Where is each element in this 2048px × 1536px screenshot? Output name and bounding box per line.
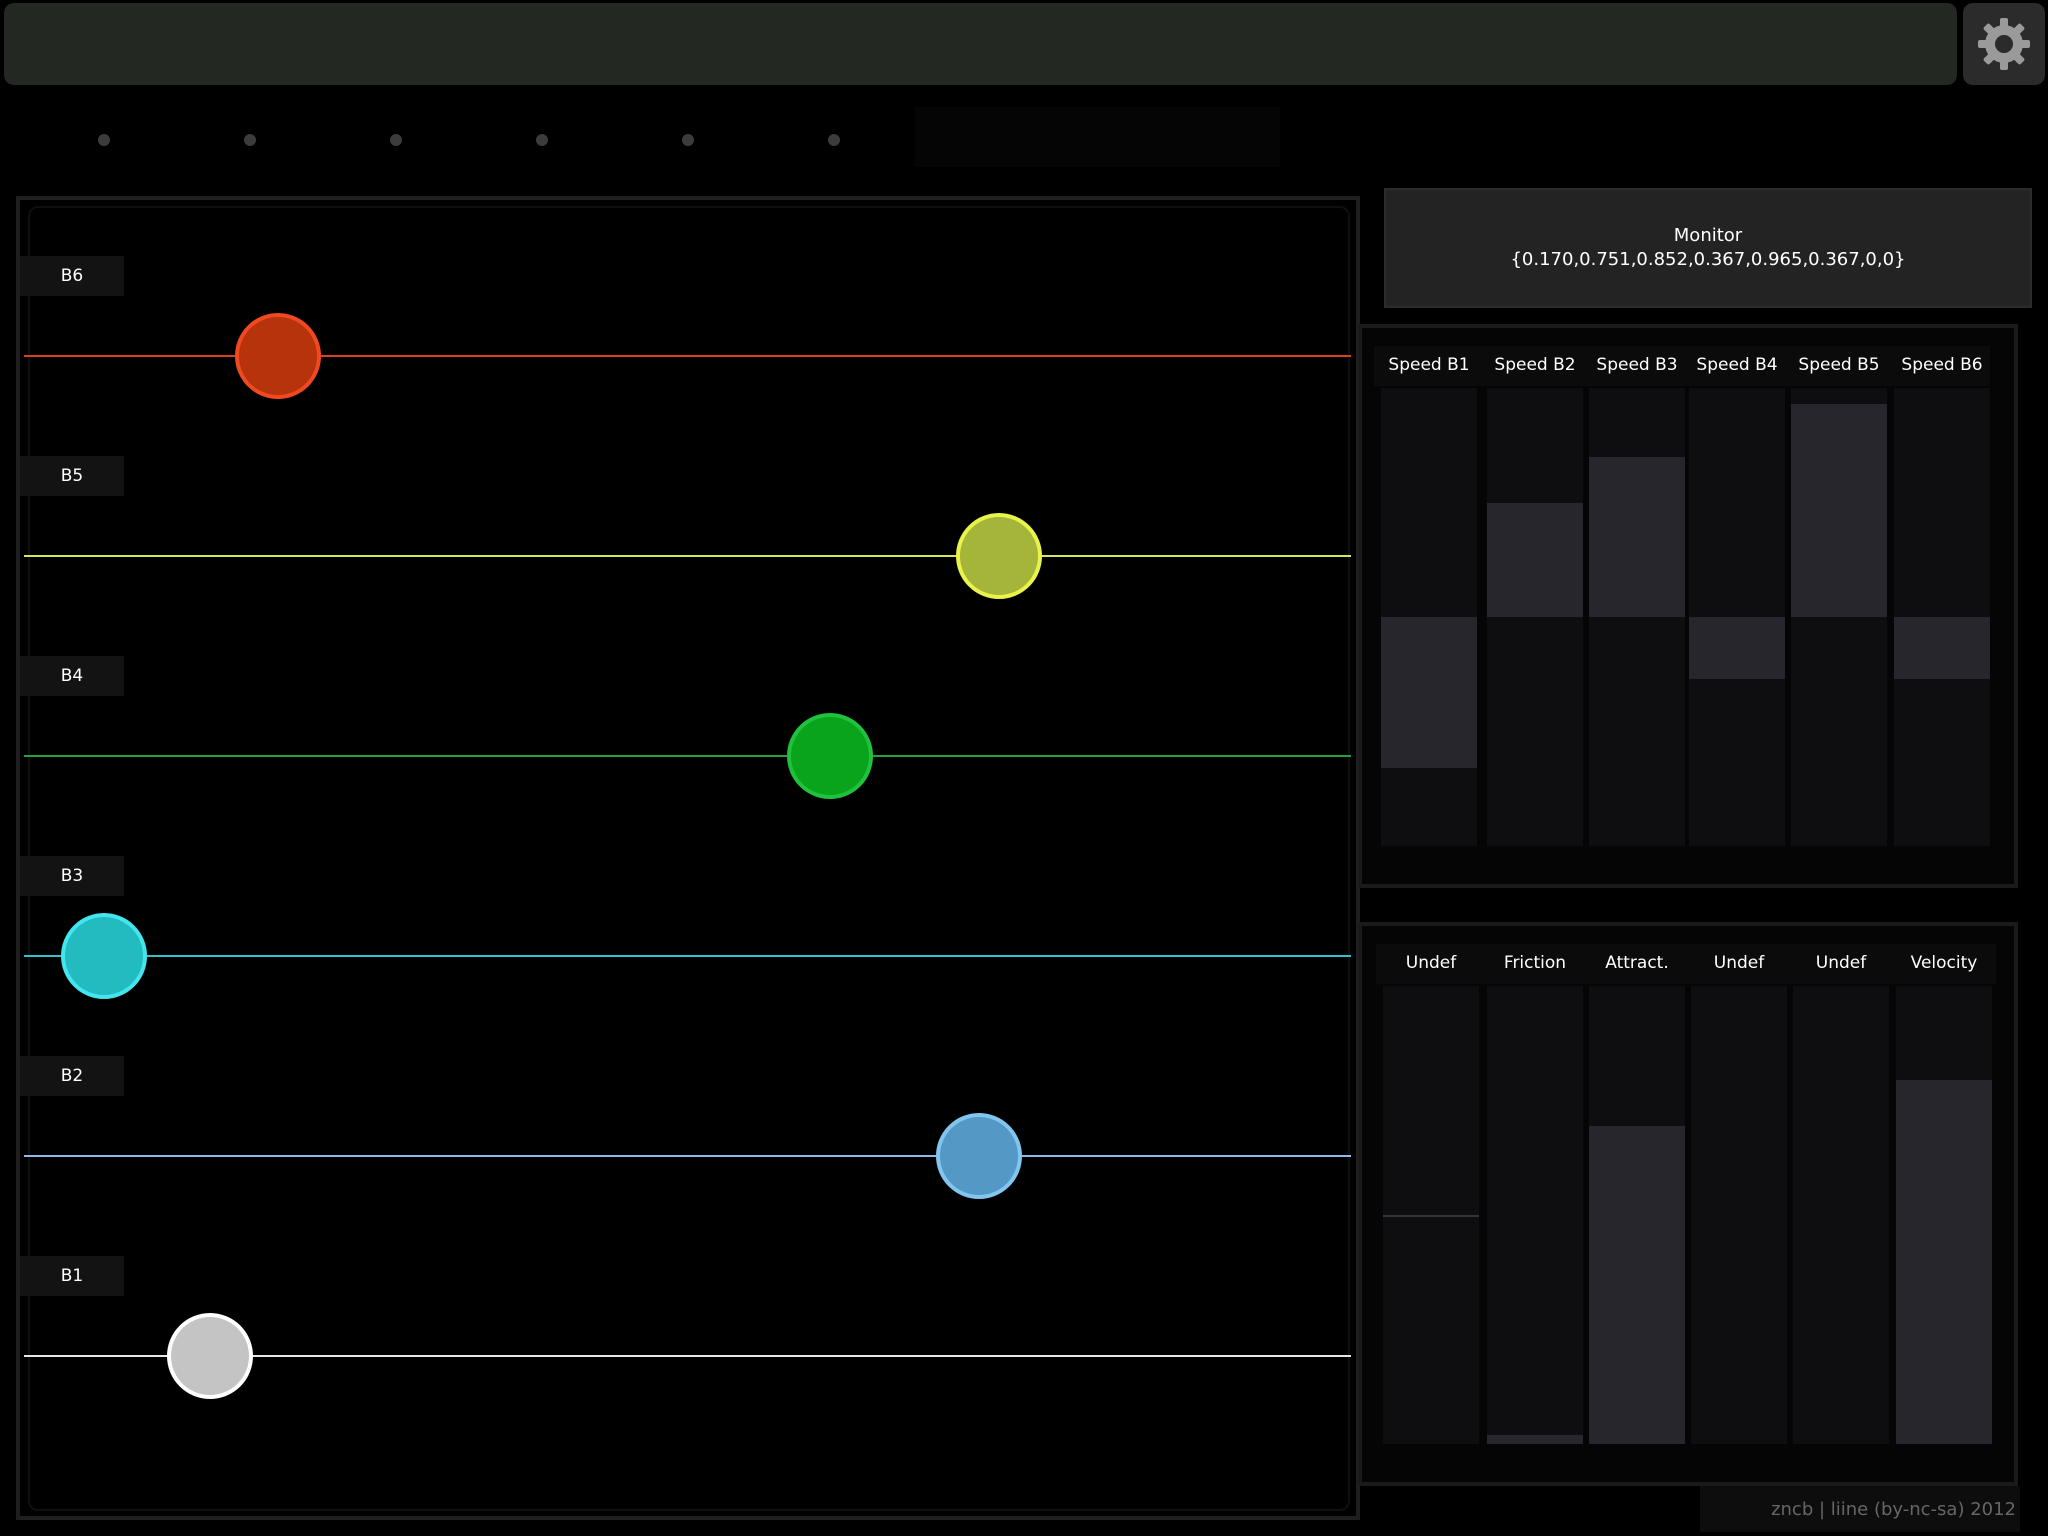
gear-icon	[1978, 18, 2030, 70]
ball-b5[interactable]	[955, 513, 1042, 599]
ball-b4[interactable]	[787, 713, 874, 799]
speed_faders-fader-fill-2	[1487, 502, 1583, 617]
param_faders-label-6: Velocity	[1910, 953, 1978, 973]
footer-credit: zncb | liine (by-nc-sa) 2012	[1700, 1486, 2020, 1532]
lane-line-b4	[24, 755, 1351, 757]
param_faders-fader-fill-2	[1487, 1434, 1583, 1444]
lane-line-b6	[24, 355, 1351, 357]
lane-line-b3	[24, 955, 1351, 957]
ball-b3[interactable]	[61, 913, 148, 999]
speed_faders-label-2: Speed B2	[1494, 355, 1576, 375]
monitor-display: Monitor {0.170,0.751,0.852,0.367,0.965,0…	[1384, 188, 2032, 308]
page-dot-4[interactable]	[536, 134, 548, 146]
speed_faders-label-4: Speed B4	[1696, 355, 1778, 375]
page-dot-3[interactable]	[390, 134, 402, 146]
speed_faders-fader-fill-6	[1894, 617, 1990, 679]
param_faders-fader-2[interactable]	[1487, 986, 1583, 1444]
speed_faders-label-1: Speed B1	[1388, 355, 1470, 375]
param_faders-label-5: Undef	[1815, 953, 1867, 973]
speed_faders-fader-fill-5	[1791, 404, 1887, 617]
param_faders-fader-fill-6	[1896, 1079, 1992, 1444]
speed_faders-fader-fill-1	[1381, 617, 1477, 769]
speed_faders-fader-fill-4	[1689, 617, 1785, 679]
lane-line-b5	[24, 555, 1351, 557]
top-bar	[4, 3, 1957, 85]
lane-label-b3: B3	[20, 856, 124, 896]
speed_faders-label-6: Speed B6	[1901, 355, 1983, 375]
lane-label-b5: B5	[20, 456, 124, 496]
credit-text: zncb | liine (by-nc-sa) 2012	[1771, 1498, 2016, 1520]
param_faders-label-4: Undef	[1713, 953, 1765, 973]
page-dot-6[interactable]	[828, 134, 840, 146]
param_faders-label-1: Undef	[1405, 953, 1457, 973]
param_faders-fader-fill-3	[1589, 1125, 1685, 1444]
speed_faders-fader-fill-3	[1589, 456, 1685, 617]
ball-b1[interactable]	[166, 1313, 253, 1399]
settings-button[interactable]	[1963, 3, 2045, 85]
page-area	[915, 107, 1280, 167]
monitor-title: Monitor	[1673, 225, 1743, 246]
param_faders-label-3: Attract.	[1605, 953, 1669, 973]
param_faders-label-2: Friction	[1503, 953, 1567, 973]
speed_faders-label-3: Speed B3	[1596, 355, 1678, 375]
lane-line-b2	[24, 1155, 1351, 1157]
ball-b6[interactable]	[234, 313, 321, 399]
page-dot-1[interactable]	[98, 134, 110, 146]
lane-label-b2: B2	[20, 1056, 124, 1096]
param_faders-fader-marker-1	[1383, 1215, 1479, 1217]
page-dot-5[interactable]	[682, 134, 694, 146]
speed_faders-label-5: Speed B5	[1798, 355, 1880, 375]
lane-label-b1: B1	[20, 1256, 124, 1296]
param_faders-fader-4[interactable]	[1691, 986, 1787, 1444]
param_faders-fader-5[interactable]	[1793, 986, 1889, 1444]
lane-label-b4: B4	[20, 656, 124, 696]
speed_faders-fader-2[interactable]	[1487, 388, 1583, 846]
monitor-value: {0.170,0.751,0.852,0.367,0.965,0.367,0,0…	[1510, 249, 1906, 270]
lane-label-b6: B6	[20, 256, 124, 296]
page-dot-2[interactable]	[244, 134, 256, 146]
ball-b2[interactable]	[936, 1113, 1023, 1199]
